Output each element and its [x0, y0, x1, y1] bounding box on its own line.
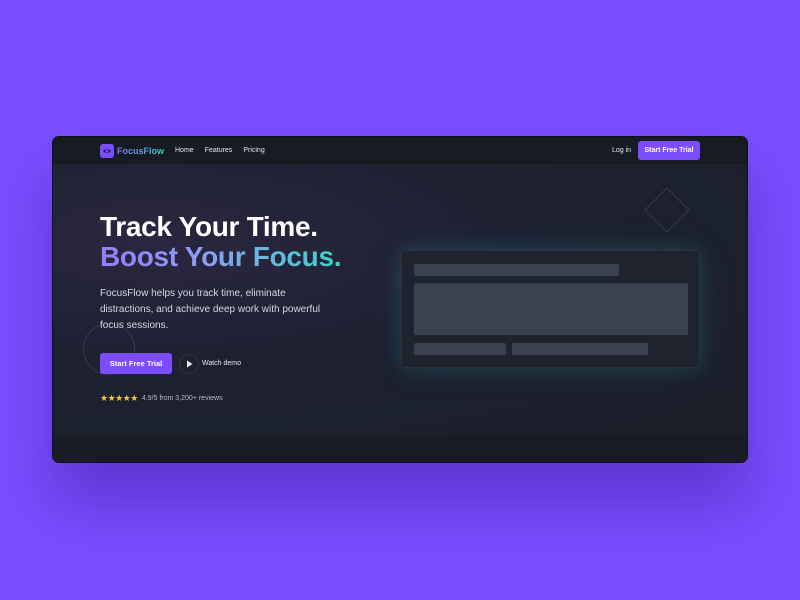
nav-link-home[interactable]: Home — [175, 147, 194, 154]
hero-subtext: FocusFlow helps you track time, eliminat… — [100, 288, 321, 331]
top-nav: FocusFlow Home Features Pricing Log in S… — [53, 137, 747, 165]
mockup-bar-top — [414, 264, 619, 276]
hero-start-trial-button[interactable]: Start Free Trial — [100, 353, 172, 374]
nav-link-pricing[interactable]: Pricing — [243, 147, 264, 154]
app-preview-mockup — [401, 250, 700, 368]
nav-links: Home Features Pricing — [175, 147, 265, 154]
browser-window: FocusFlow Home Features Pricing Log in S… — [53, 137, 747, 462]
focus-eye-icon — [100, 144, 114, 158]
watch-demo-link[interactable]: Watch demo — [202, 360, 241, 367]
play-icon — [186, 360, 192, 368]
logo-text: FocusFlow — [117, 146, 164, 156]
rating: ★★★★★ 4.9/5 from 3,200+ reviews — [100, 393, 223, 404]
nav-start-trial-button[interactable]: Start Free Trial — [638, 141, 700, 160]
hero-headline: Track Your Time. Boost Your Focus. — [100, 211, 342, 272]
nav-link-features[interactable]: Features — [205, 147, 233, 154]
play-button[interactable] — [179, 354, 199, 374]
star-icon: ★★★★★ — [100, 393, 138, 403]
headline-line-1: Track Your Time. — [100, 211, 318, 242]
rating-text: 4.9/5 from 3,200+ reviews — [141, 395, 223, 402]
mockup-bar-right — [512, 343, 648, 355]
mockup-bar-left — [414, 343, 506, 355]
footer-band — [53, 435, 747, 462]
headline-line-2: Boost Your Focus. — [100, 241, 342, 272]
mockup-panel — [414, 283, 688, 335]
logo[interactable]: FocusFlow — [100, 144, 164, 158]
login-link[interactable]: Log in — [612, 147, 631, 154]
